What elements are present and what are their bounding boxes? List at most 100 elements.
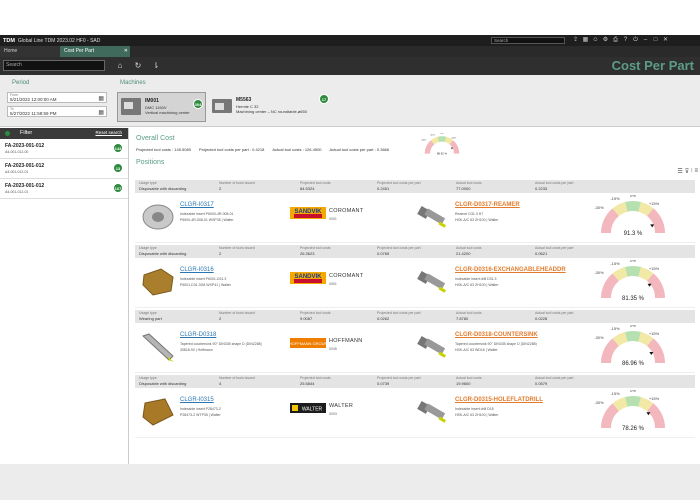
- cell-actual: 7.8780: [456, 316, 469, 321]
- logo-text: HOFFMANN GROUP: [290, 341, 326, 346]
- actual-pp-label: Actual tool costs per part :: [329, 147, 376, 152]
- column-header-actual: Actual tool costs: [456, 246, 482, 250]
- holder-image: [417, 206, 446, 228]
- app-logo: TDM: [3, 37, 15, 44]
- title-bar: TDM Global Line TDM 2023.02 HF0 - SAD Se…: [0, 35, 700, 46]
- home-icon[interactable]: ⌂: [115, 61, 125, 71]
- filter-header: Filter Reset search: [0, 128, 128, 139]
- grid-icon[interactable]: ▦: [582, 36, 589, 44]
- gauge-needle: [450, 147, 454, 150]
- column-header-actual_pp: Actual tool costs per part: [535, 246, 574, 250]
- insert-image: [142, 398, 174, 426]
- tab-home[interactable]: Home: [0, 46, 60, 57]
- cell-usage: Disposable with discarding: [139, 186, 187, 191]
- tab-bar: Home Cost Per Part ✕: [0, 46, 700, 57]
- filter-area: Period From 5/21/2022 12:00:00 AM ▦ To 5…: [0, 75, 700, 127]
- gauge-value: 86.96 %: [622, 361, 645, 367]
- position-row[interactable]: CLGR-I0316 Indexable insert P6001-D31.3 P6…: [135, 258, 695, 308]
- cell-actual_pp: 0.0621: [535, 251, 548, 256]
- holder-code-link[interactable]: CLGR-D0318-COUNTERSINK: [455, 332, 538, 338]
- holder-body: [424, 403, 446, 420]
- list-item[interactable]: FA-2023-001-012 A4-001-012-01 13: [0, 159, 128, 179]
- sort-icon[interactable]: ☰: [677, 168, 682, 175]
- column-header-issued: Number of tools issued: [219, 376, 255, 380]
- brand-name: COROMANT: [329, 208, 364, 214]
- column-header-actual_pp: Actual tool costs per part: [535, 181, 574, 185]
- insert-description: Indexable insert P6000-4R-008-01: [180, 212, 234, 216]
- holder-description: Indexable insert drill D18: [455, 407, 494, 411]
- cost-gauge: -30% -15% 0% +15% 91.3 %: [594, 195, 665, 237]
- column-header-actual: Actual tool costs: [456, 311, 482, 315]
- power-icon[interactable]: ⏻: [632, 36, 639, 44]
- list-item[interactable]: FA-2023-001-012 A4-001-012-00 143: [0, 139, 128, 159]
- tab-cost-per-part[interactable]: Cost Per Part ✕: [60, 46, 130, 57]
- cell-projected_pp: 0.0739: [377, 381, 390, 386]
- calendar-icon[interactable]: ▦: [98, 95, 104, 102]
- insert-shape: [142, 333, 174, 361]
- actual-value: 126.4500: [304, 147, 322, 152]
- search-input[interactable]: Search: [3, 60, 105, 71]
- gauge-scale-label: 0%: [630, 390, 636, 393]
- minimize-icon[interactable]: –: [642, 36, 649, 44]
- holder-code-link[interactable]: CLGR-D0315-HOLEFLATDRILL: [455, 397, 543, 403]
- holder-image: [417, 401, 446, 423]
- close-window-icon[interactable]: ✕: [662, 36, 669, 44]
- column-header-projected: Projected tool costs: [300, 246, 331, 250]
- global-search-input[interactable]: Search: [491, 37, 565, 44]
- refresh-icon[interactable]: ↻: [133, 61, 143, 71]
- insert-code-link[interactable]: CLGR-I0316: [180, 267, 214, 273]
- share-icon[interactable]: ⇪: [572, 36, 579, 44]
- column-header-issued: Number of tools issued: [219, 246, 255, 250]
- reset-search-link[interactable]: Reset search: [95, 130, 122, 135]
- notification-icon[interactable]: ⎙: [612, 36, 619, 44]
- position-row[interactable]: CLGR-I0317 Indexable insert P6000-4R-008-…: [135, 193, 695, 243]
- machine-card-im001[interactable]: IM001 DMC 1150V Vertical machining cente…: [117, 92, 206, 122]
- column-header-actual: Actual tool costs: [456, 376, 482, 380]
- logo-text: WALTER: [302, 407, 323, 413]
- help-icon[interactable]: ?: [622, 36, 629, 44]
- maximize-icon[interactable]: □: [652, 36, 659, 44]
- page-title: Cost Per Part: [611, 58, 694, 73]
- machine-count-badge: 17: [319, 94, 329, 104]
- columns-icon[interactable]: ⦙: [691, 168, 692, 175]
- to-date-field[interactable]: To 5/27/2022 11:59:59 PM ▦: [7, 106, 107, 117]
- insert-code-link[interactable]: CLGR-I0315: [180, 397, 214, 403]
- list-item[interactable]: FA-2023-001-012 A4-001-012-01 107: [0, 179, 128, 199]
- order-count-badge: 143: [113, 143, 123, 153]
- settings-icon[interactable]: ⚙: [602, 36, 609, 44]
- filter-icon[interactable]: ⊽: [685, 168, 689, 175]
- insert-code-link[interactable]: CLGR-D0318: [180, 332, 216, 338]
- projected-pp-value: 0.4218: [252, 147, 265, 152]
- holder-supplier: HSK-A/C 63 ZH100 | Walter: [455, 218, 499, 222]
- cell-issued: 2: [219, 251, 222, 256]
- cell-actual_pp: 0.2233: [535, 186, 548, 191]
- position-row[interactable]: CLGR-D0318 Tapered countersink 90° DIN335…: [135, 323, 695, 373]
- gauge-scale-label: +15%: [649, 266, 660, 271]
- insert-code-link[interactable]: CLGR-I0317: [180, 202, 214, 208]
- position-header-row: Usage type Wearing part Number of tools is…: [135, 310, 695, 323]
- column-header-actual_pp: Actual tool costs per part: [535, 311, 574, 315]
- close-tab-icon[interactable]: ✕: [124, 46, 128, 57]
- machine-card-m5563[interactable]: M5563 Hermle C 32 Machining center – NC …: [209, 92, 334, 122]
- machine-description: Vertical machining center: [145, 110, 190, 115]
- cell-issued: 4: [219, 381, 222, 386]
- list-view-icon[interactable]: ≡: [694, 168, 698, 175]
- column-header-issued: Number of tools issued: [219, 311, 255, 315]
- insert-supplier: P28473-2 WTP35 | Walter: [180, 413, 221, 417]
- brand-code: 0001: [329, 282, 337, 286]
- brand-code: 0045: [329, 347, 337, 351]
- machine-description: Machining center – NC roundtable,ø650: [236, 109, 307, 114]
- filter-toggle-icon[interactable]: ⇂: [151, 61, 161, 71]
- holder-code-link[interactable]: CLGR-D0317-REAMER: [455, 202, 520, 208]
- holder-code-link[interactable]: CLGR-D0316-EXCHANGABLEHEADDR: [455, 267, 566, 273]
- gauge-scale-label: -30%: [594, 400, 604, 405]
- from-date-field[interactable]: From 5/21/2022 12:00:00 AM ▦: [7, 92, 107, 103]
- calendar-icon[interactable]: ▦: [98, 109, 104, 116]
- holder-description: Indexable insert drill D31.3: [455, 277, 497, 281]
- order-count-badge: 13: [113, 163, 123, 173]
- gauge-value: 81.35 %: [622, 296, 645, 302]
- user-icon[interactable]: ☺: [592, 36, 599, 44]
- position-row[interactable]: CLGR-I0315 Indexable insert P28473-2 P2847…: [135, 388, 695, 438]
- brand-name: COROMANT: [329, 273, 364, 279]
- cell-actual: 19.9600: [456, 381, 471, 386]
